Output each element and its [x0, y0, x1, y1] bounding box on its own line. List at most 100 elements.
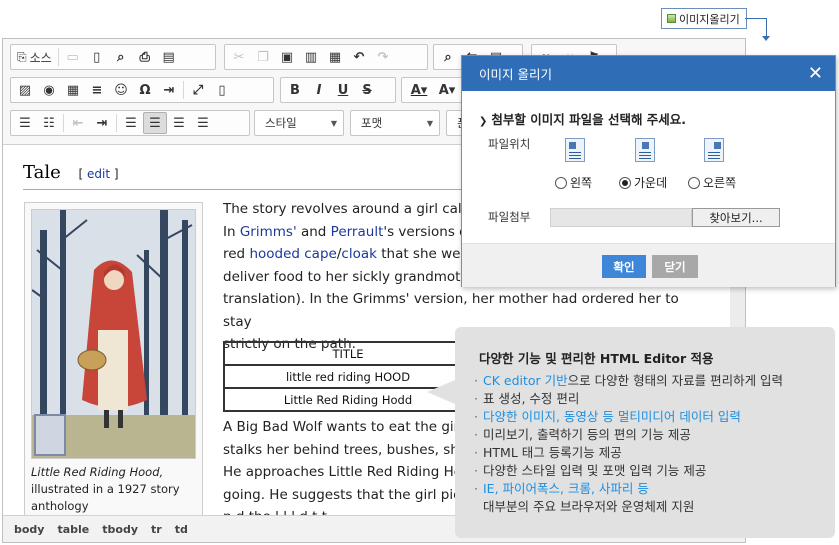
copy-icon[interactable]: ❐: [251, 46, 275, 68]
templates-icon[interactable]: ▤: [157, 46, 181, 68]
toolbar-group-insert: ▨ ◉ ▦ ≡ ☺ Ω ⇥ ⤢ ▯: [10, 77, 274, 103]
radio-circle-selected: [619, 176, 631, 189]
text-line: [708, 158, 720, 159]
print-icon[interactable]: ⎙: [133, 46, 157, 68]
text-span: red: [223, 246, 246, 262]
indent-icon[interactable]: ⇥: [90, 112, 114, 134]
browse-button[interactable]: 찾아보기...: [692, 208, 780, 227]
align-right-icon[interactable]: ☰: [167, 112, 191, 134]
position-label: 파일위치: [488, 137, 531, 151]
image-insert-icon[interactable]: ▨: [13, 79, 37, 101]
link-hooded-cape[interactable]: hooded cape: [249, 246, 336, 262]
radio-align-left[interactable]: 왼쪽: [555, 174, 592, 191]
source-icon: ⎘: [17, 49, 27, 64]
chevron-down-icon: ▼: [330, 118, 337, 128]
link-grimms[interactable]: Grimms': [240, 224, 297, 240]
align-right-image-icon: [704, 138, 724, 162]
upload-image-button[interactable]: 이미지올리기: [661, 8, 747, 29]
link-cloak[interactable]: cloak: [341, 246, 377, 262]
align-left-icon[interactable]: ☰: [119, 112, 143, 134]
image-caption: Little Red Riding Hood, illustrated in a…: [31, 464, 196, 515]
outdent-icon[interactable]: ⇤: [66, 112, 90, 134]
caption-text: illustrated in a 1927 story anthology: [31, 482, 180, 513]
justify-icon[interactable]: ☰: [191, 112, 215, 134]
underline-button[interactable]: U: [331, 79, 355, 101]
feature-text: HTML 태그 등록기능 제공: [483, 445, 622, 460]
close-button[interactable]: 닫기: [652, 255, 698, 278]
path-table[interactable]: table: [57, 523, 89, 536]
paste-icon[interactable]: ▣: [275, 46, 299, 68]
undo-icon[interactable]: ↶: [347, 46, 371, 68]
close-icon[interactable]: ✕: [808, 64, 823, 83]
edit-bracket-open: [: [78, 167, 84, 181]
ok-button[interactable]: 확인: [602, 255, 646, 278]
edit-link[interactable]: edit: [87, 167, 110, 181]
italic-button[interactable]: I: [307, 79, 331, 101]
path-tbody[interactable]: tbody: [102, 523, 138, 536]
save-icon[interactable]: ▭: [61, 46, 85, 68]
image-block: [714, 142, 721, 149]
page-break-icon[interactable]: ⇥: [157, 79, 181, 101]
feature-text: 대부분의 주요 브라우저와 운영체제 지원: [483, 499, 695, 514]
source-button[interactable]: ⎘ 소스: [13, 46, 56, 68]
text-line: [569, 155, 581, 156]
path-tr[interactable]: tr: [151, 523, 162, 536]
new-page-icon[interactable]: ▯: [85, 46, 109, 68]
align-center-icon[interactable]: ☰: [143, 112, 167, 134]
feature-item: CK editor 기반으로 다양한 형태의 자료를 편리하게 입력: [473, 372, 828, 390]
chevron-right-icon: ❯: [479, 116, 488, 127]
feature-item: 표 생성, 수정 편리: [473, 390, 828, 408]
connector-arrow-icon: [762, 36, 770, 41]
special-char-icon[interactable]: Ω: [133, 79, 157, 101]
feature-highlight: CK editor 기반: [483, 373, 568, 388]
heading-text: Tale: [23, 162, 61, 183]
align-left-image-icon: [565, 138, 585, 162]
upload-image-label: 이미지올리기: [679, 12, 740, 26]
radio-align-center[interactable]: 가운데: [619, 174, 667, 191]
text-span: 's versions of: [383, 223, 473, 240]
horizontal-rule-icon[interactable]: ≡: [85, 79, 109, 101]
smiley-icon[interactable]: ☺: [109, 79, 133, 101]
numbered-list-icon[interactable]: ☰: [13, 112, 37, 134]
radio-circle: [688, 176, 700, 189]
feature-list: CK editor 기반으로 다양한 형태의 자료를 편리하게 입력 표 생성,…: [473, 372, 828, 516]
illustration-svg: [32, 210, 195, 458]
find-icon[interactable]: ⌕: [436, 46, 460, 68]
bg-color-button[interactable]: A▾: [434, 79, 460, 101]
table-icon[interactable]: ▦: [61, 79, 85, 101]
format-select[interactable]: 포맷 ▼: [350, 110, 440, 136]
feature-item: 미리보기, 출력하기 등의 편의 기능 제공: [473, 426, 828, 444]
table-row: TITLE: [223, 341, 473, 366]
feature-item-continued: 대부분의 주요 브라우저와 운영체제 지원: [473, 498, 828, 516]
bold-button[interactable]: B: [283, 79, 307, 101]
style-select[interactable]: 스타일 ▼: [254, 110, 344, 136]
cut-icon[interactable]: ✂: [227, 46, 251, 68]
feature-item: IE, 파이어폭스, 크롬, 사파리 등: [473, 480, 828, 498]
paste-text-icon[interactable]: ▥: [299, 46, 323, 68]
image-icon: [667, 14, 676, 23]
text-line: [569, 158, 581, 159]
text-color-button[interactable]: A▾: [404, 79, 434, 101]
maximize-icon[interactable]: ⤢: [186, 79, 210, 101]
file-path-field[interactable]: [550, 208, 692, 227]
text-line: [708, 152, 720, 153]
path-td[interactable]: td: [175, 523, 188, 536]
edit-link-wrap: [ edit ]: [78, 167, 118, 181]
preview-icon[interactable]: ⌕: [109, 46, 133, 68]
link-perrault[interactable]: Perrault: [331, 224, 384, 240]
feature-item: 다양한 스타일 입력 및 포맷 입력 기능 제공: [473, 462, 828, 480]
bullet-list-icon[interactable]: ☷: [37, 112, 61, 134]
table-cell[interactable]: TITLE: [223, 341, 473, 366]
chevron-down-icon: ▼: [426, 118, 433, 128]
path-body[interactable]: body: [14, 523, 44, 536]
feature-highlight: 다양한 이미지, 동영상 등 멀티미디어 데이터 입력: [483, 409, 741, 424]
radio-align-right[interactable]: 오른쪽: [688, 174, 736, 191]
redo-icon[interactable]: ↷: [371, 46, 395, 68]
paste-word-icon[interactable]: ▦: [323, 46, 347, 68]
toolbar-group-clipboard: ✂ ❐ ▣ ▥ ▦ ↶ ↷: [224, 44, 428, 70]
strike-button[interactable]: S: [355, 79, 379, 101]
feature-text: 표 생성, 수정 편리: [483, 391, 580, 406]
text-line: [708, 155, 720, 156]
flash-icon[interactable]: ◉: [37, 79, 61, 101]
show-blocks-icon[interactable]: ▯: [210, 79, 234, 101]
